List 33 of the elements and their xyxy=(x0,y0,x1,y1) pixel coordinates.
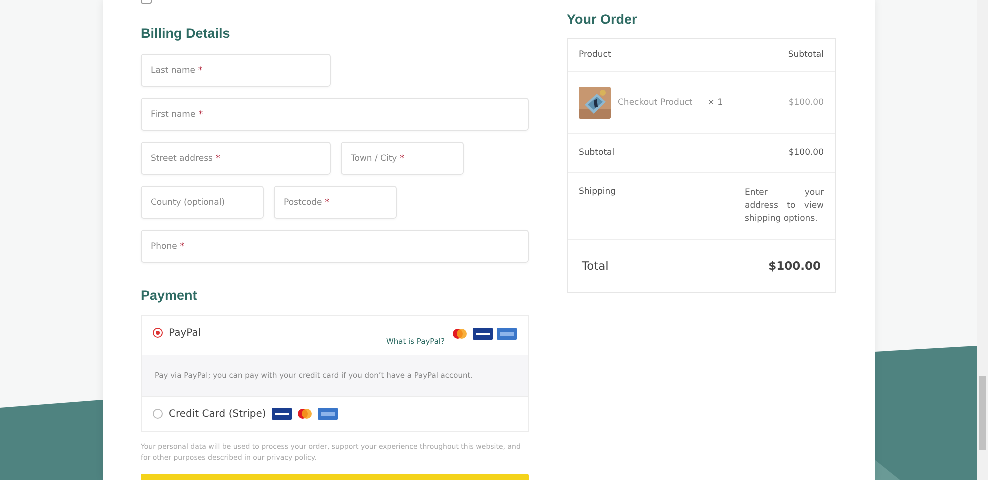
amex-card-icon xyxy=(318,408,338,420)
product-name: Checkout Product xyxy=(618,98,693,108)
shipping-note: Enter your address to view shipping options. xyxy=(745,187,824,226)
scrollbar[interactable] xyxy=(977,0,988,480)
product-quantity: × 1 xyxy=(708,98,723,108)
row-label: Subtotal xyxy=(579,148,615,158)
input-field[interactable]: Last name * xyxy=(141,54,331,87)
row-label: Total xyxy=(582,259,609,273)
payment-method-label[interactable]: PayPal xyxy=(169,328,202,339)
input-field[interactable]: Phone * xyxy=(141,230,529,263)
radio-button[interactable] xyxy=(153,409,163,419)
visa-card-icon xyxy=(473,328,493,340)
column-header: Subtotal xyxy=(788,50,824,60)
amex-card-icon xyxy=(497,328,517,340)
total-value: $100.00 xyxy=(768,259,821,273)
input-field[interactable]: County (optional) xyxy=(141,186,264,219)
section-title: Billing Details xyxy=(141,26,232,41)
section-title: Your Order xyxy=(567,12,638,27)
mastercard-icon xyxy=(296,408,314,420)
radio-button[interactable] xyxy=(153,328,163,338)
place-order-button[interactable] xyxy=(141,474,529,480)
input-field[interactable]: First name * xyxy=(141,98,529,131)
mastercard-icon xyxy=(451,328,469,340)
row-label: Shipping xyxy=(579,187,616,197)
product-price: $100.00 xyxy=(788,98,824,108)
column-header: Product xyxy=(579,50,612,60)
input-field[interactable]: Street address * xyxy=(141,142,331,175)
subtotal-value: $100.00 xyxy=(788,148,824,158)
section-title: Payment xyxy=(141,288,198,303)
input-field[interactable]: Town / City * xyxy=(341,142,464,175)
payment-method-label[interactable]: Credit Card (Stripe) xyxy=(169,408,266,420)
input-field[interactable]: Postcode * xyxy=(274,186,397,219)
visa-card-icon xyxy=(272,408,292,420)
